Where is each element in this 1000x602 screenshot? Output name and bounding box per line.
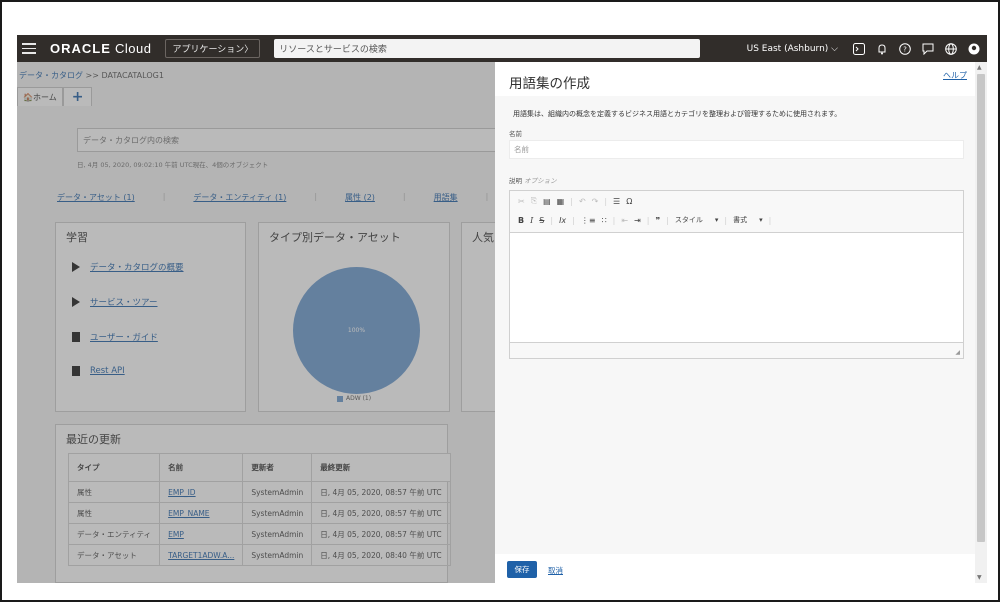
strikethrough-icon[interactable]: S bbox=[539, 216, 544, 225]
scroll-up-arrow-icon[interactable]: ▲ bbox=[977, 64, 982, 71]
scroll-down-arrow-icon[interactable]: ▼ bbox=[977, 574, 982, 581]
numbered-list-icon[interactable]: ⋮≡ bbox=[581, 216, 596, 225]
drawer-footer: 保存 取消 bbox=[495, 554, 975, 583]
scrollbar-thumb[interactable] bbox=[977, 74, 985, 542]
cut-icon[interactable]: ✂ bbox=[518, 197, 525, 206]
editor-toolbar: ✂ ⎘ ▤ ▦ | ↶ ↷ | ☰ Ω B I S | Ix | ⋮≡ ∷ | … bbox=[510, 191, 963, 233]
glossary-description-text: 用語集は、組織内の概念を定義するビジネス用語とカテゴリを整理および管理するために… bbox=[513, 110, 842, 118]
special-character-icon[interactable]: Ω bbox=[626, 197, 632, 206]
user-profile-icon[interactable] bbox=[967, 42, 981, 56]
bold-icon[interactable]: B bbox=[518, 216, 524, 225]
resource-search-input[interactable]: リソースとサービスの検索 bbox=[274, 39, 701, 58]
redo-icon[interactable]: ↷ bbox=[592, 197, 599, 206]
create-glossary-drawer: 用語集の作成 ヘルプ 用語集は、組織内の概念を定義するビジネス用語とカテゴリを整… bbox=[495, 62, 987, 583]
description-rich-text-editor: ✂ ⎘ ▤ ▦ | ↶ ↷ | ☰ Ω B I S | Ix | ⋮≡ ∷ | … bbox=[509, 190, 964, 359]
drawer-scrollbar[interactable]: ▲ ▼ bbox=[975, 62, 987, 583]
dropdown-arrow-icon: ▾ bbox=[714, 216, 719, 224]
horizontal-rule-icon[interactable]: ☰ bbox=[613, 197, 620, 206]
top-navigation-bar: ORACLE Cloud アプリケーション〉 リソースとサービスの検索 US E… bbox=[17, 35, 987, 62]
drawer-title: 用語集の作成 bbox=[509, 76, 590, 92]
description-field-label: 説明 オプション bbox=[509, 177, 557, 185]
oracle-cloud-logo[interactable]: ORACLE Cloud bbox=[50, 41, 151, 56]
feedback-chat-icon[interactable] bbox=[921, 42, 935, 56]
resize-grip-icon[interactable]: ◢ bbox=[955, 349, 960, 356]
cancel-button[interactable]: 取消 bbox=[548, 565, 563, 576]
svg-text:?: ? bbox=[903, 45, 907, 53]
hamburger-menu-icon[interactable] bbox=[22, 43, 36, 54]
save-button[interactable]: 保存 bbox=[507, 561, 537, 578]
style-dropdown[interactable]: スタイル ▾ bbox=[675, 215, 719, 225]
paste-icon[interactable]: ▤ bbox=[543, 197, 551, 206]
help-link[interactable]: ヘルプ bbox=[943, 70, 967, 81]
cloud-shell-icon[interactable] bbox=[852, 42, 866, 56]
copy-icon[interactable]: ⎘ bbox=[531, 196, 537, 206]
paste-text-icon[interactable]: ▦ bbox=[557, 197, 565, 206]
drawer-body: 用語集は、組織内の概念を定義するビジネス用語とカテゴリを整理および管理するために… bbox=[495, 96, 975, 554]
language-globe-icon[interactable] bbox=[944, 42, 958, 56]
window-frame: ORACLE Cloud アプリケーション〉 リソースとサービスの検索 US E… bbox=[0, 0, 1000, 602]
help-question-icon[interactable]: ? bbox=[898, 42, 912, 56]
bulleted-list-icon[interactable]: ∷ bbox=[602, 216, 607, 225]
blockquote-icon[interactable]: ❞ bbox=[655, 216, 660, 225]
notifications-bell-icon[interactable] bbox=[875, 42, 889, 56]
applications-button[interactable]: アプリケーション〉 bbox=[165, 39, 261, 58]
dropdown-arrow-icon: ▾ bbox=[759, 216, 763, 224]
name-field-label: 名前 bbox=[509, 130, 522, 138]
undo-icon[interactable]: ↶ bbox=[579, 197, 586, 206]
oracle-cloud-console: ORACLE Cloud アプリケーション〉 リソースとサービスの検索 US E… bbox=[17, 35, 987, 583]
editor-content-area[interactable] bbox=[510, 233, 963, 342]
name-input[interactable]: 名前 bbox=[509, 140, 964, 159]
format-dropdown[interactable]: 書式 ▾ bbox=[733, 215, 763, 225]
outdent-icon[interactable]: ⇤ bbox=[621, 216, 628, 225]
italic-icon[interactable]: I bbox=[530, 216, 533, 225]
indent-icon[interactable]: ⇥ bbox=[634, 216, 641, 225]
region-selector[interactable]: US East (Ashburn) ⌵ bbox=[747, 44, 838, 54]
remove-format-icon[interactable]: Ix bbox=[559, 216, 566, 225]
drawer-header: 用語集の作成 ヘルプ bbox=[495, 62, 975, 96]
editor-status-bar: ◢ bbox=[510, 342, 963, 358]
